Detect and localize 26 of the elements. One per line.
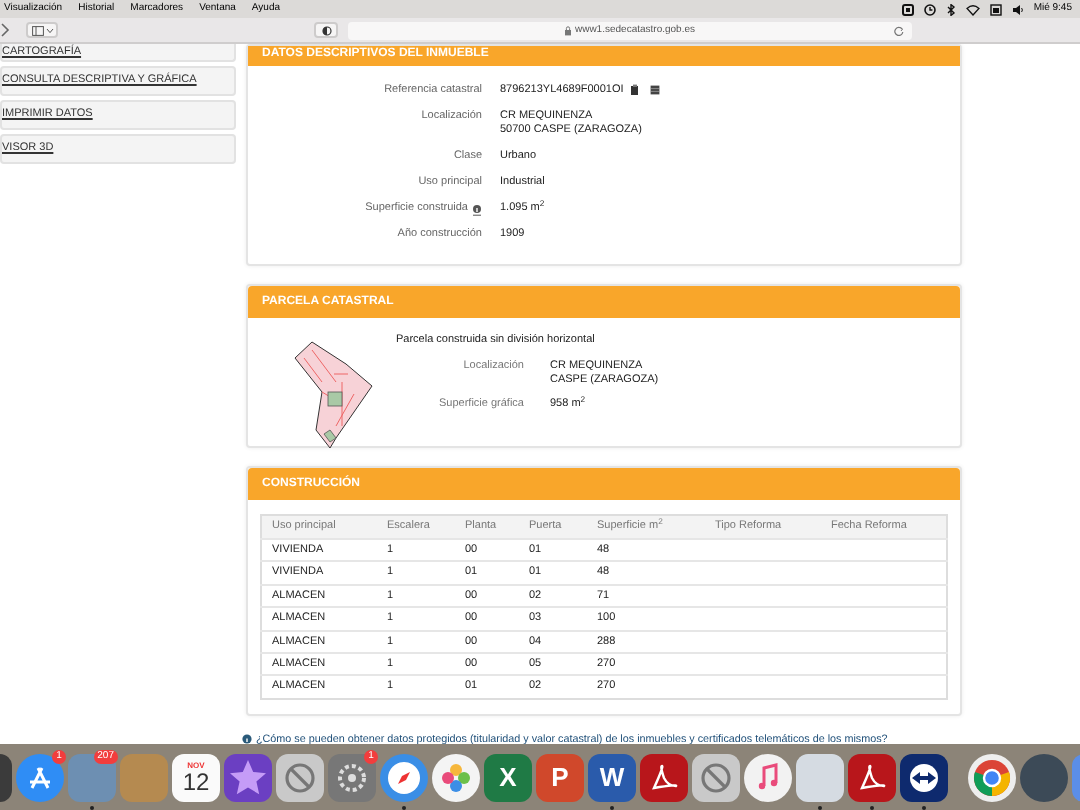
sidebar-button[interactable] xyxy=(26,22,58,38)
clock-icon[interactable] xyxy=(923,3,936,15)
bluetooth-icon[interactable] xyxy=(945,3,956,15)
grid-icon[interactable] xyxy=(649,84,660,96)
lock-icon xyxy=(564,25,573,35)
app-icon[interactable] xyxy=(640,753,688,801)
battery-icon[interactable] xyxy=(989,3,1002,15)
app-status-icon[interactable] xyxy=(901,3,914,15)
app-icon[interactable]: X xyxy=(484,753,532,801)
privacy-button[interactable] xyxy=(314,22,338,38)
app-icon[interactable] xyxy=(900,753,948,801)
blocked-app-icon[interactable] xyxy=(692,753,740,801)
wifi-icon[interactable] xyxy=(965,3,980,15)
forward-icon[interactable] xyxy=(0,22,10,38)
app-icon[interactable]: W xyxy=(588,753,636,801)
reload-icon[interactable] xyxy=(894,25,904,35)
volume-icon[interactable] xyxy=(1011,3,1024,15)
parcel-map-drawing xyxy=(294,338,378,450)
copy-icon[interactable] xyxy=(629,84,640,96)
calendar-day: 12 xyxy=(182,769,210,793)
blocked-app-icon[interactable] xyxy=(276,753,324,801)
sidebar-icon xyxy=(31,25,43,35)
half-circle-icon xyxy=(321,25,331,35)
caret-icon xyxy=(45,27,53,33)
app-icon[interactable]: P xyxy=(536,753,584,801)
app-icon[interactable] xyxy=(848,753,896,801)
